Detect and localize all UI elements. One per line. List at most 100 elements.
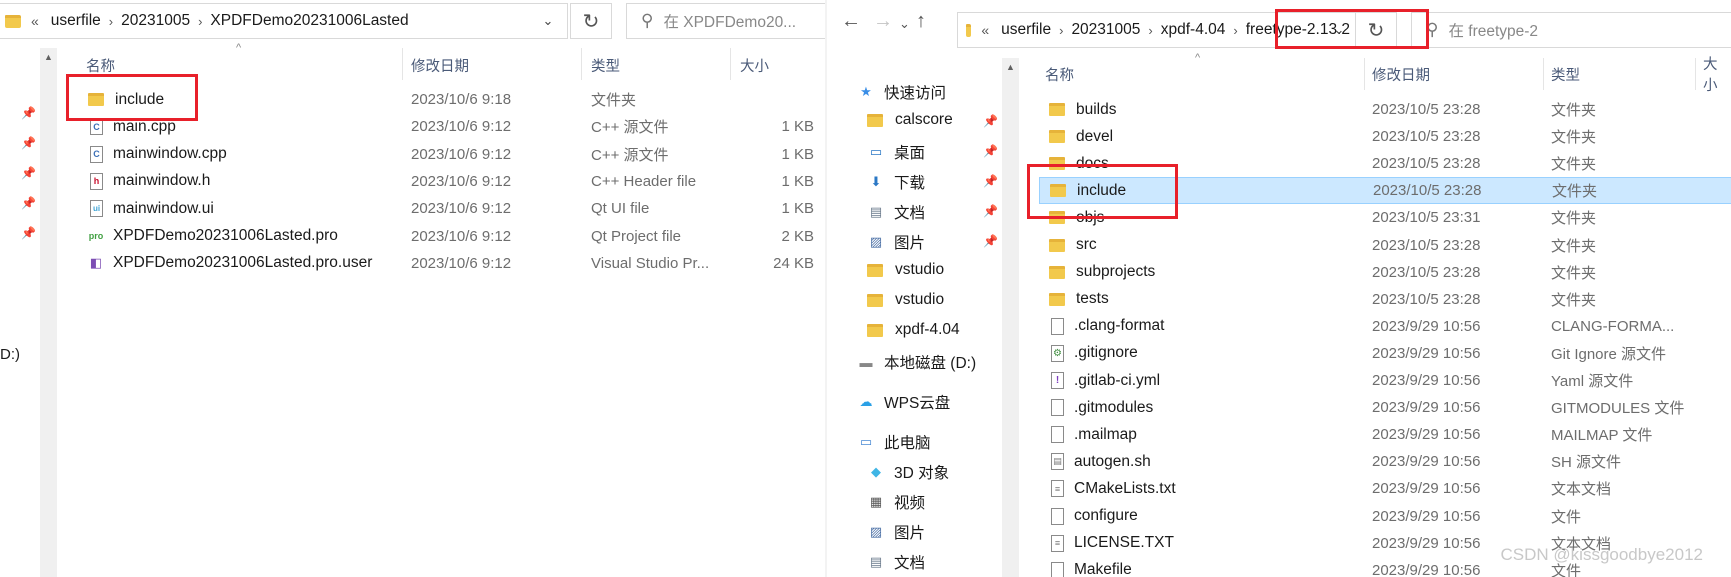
nav-item[interactable]: ▬ 本地磁盘 (D:) [857,351,977,373]
nav-item[interactable]: ☁ WPS云盘 [857,391,951,413]
file-name: .mailmap [1074,425,1137,443]
scroll-up-icon[interactable]: ▲ [1002,58,1019,75]
right-search-box[interactable]: ⚲ 在 freetype-2 [1411,12,1731,48]
pin-icon[interactable]: 📌 [21,166,36,180]
file-row[interactable]: .mailmap 2023/9/29 10:56 MAILMAP 文件 [1039,421,1731,448]
column-header-date[interactable]: 修改日期 [1372,59,1430,89]
header-file-icon: h [90,172,103,190]
file-name: XPDFDemo20231006Lasted.pro [113,227,338,244]
file-row[interactable]: builds 2023/10/5 23:28 文件夹 [1039,96,1731,123]
nav-item[interactable]: ▭ 此电脑 [857,431,931,453]
file-name: mainwindow.ui [113,199,214,217]
column-header-date[interactable]: 修改日期 [411,50,469,80]
up-button[interactable]: ↑ [916,10,926,33]
nav-item[interactable]: ▨ 图片 [867,521,925,543]
file-row[interactable]: tests 2023/10/5 23:28 文件夹 [1039,286,1731,313]
breadcrumb-separator-icon[interactable]: › [1146,23,1154,38]
nav-item[interactable]: ▤ 文档 [867,201,925,223]
pin-icon[interactable]: 📌 [21,136,36,150]
breadcrumb-item[interactable]: userfile [995,21,1057,39]
file-row[interactable]: ◧ XPDFDemo20231006Lasted.pro.user 2023/10/… [58,250,825,277]
nav-item[interactable]: ▨ 图片 [867,231,925,253]
column-divider[interactable] [1364,58,1365,90]
folder-icon [1049,238,1065,252]
column-divider[interactable] [1695,58,1696,90]
nav-item[interactable]: ◆ 3D 对象 [867,461,949,483]
pin-icon[interactable]: 📌 [21,106,36,120]
breadcrumb-overflow-icon[interactable]: « [977,22,995,38]
nav-item[interactable]: ★ 快速访问 [857,81,946,103]
folder-icon [867,293,883,307]
forward-button[interactable]: → [873,10,893,33]
column-header-name[interactable]: 名称 [1045,59,1074,89]
pin-icon[interactable]: 📌 [983,234,998,248]
nav-item[interactable]: xpdf-4.04 [867,321,960,339]
nav-item[interactable]: ▦ 视频 [867,491,925,513]
file-type: Git Ignore 源文件 [1551,345,1667,363]
breadcrumb-separator-icon[interactable]: › [1057,23,1065,38]
drive-label-fragment[interactable]: D:) [0,346,20,363]
file-date: 2023/10/6 9:12 [411,200,512,218]
scroll-up-icon[interactable]: ▲ [40,48,57,65]
column-header-size[interactable]: 大小 [1703,57,1731,94]
nav-item[interactable]: calscore [867,111,953,129]
left-search-box[interactable]: ⚲ 在 XPDFDemo20... [626,3,825,39]
nav-item-label: 桌面 [894,145,926,162]
file-type: 文件夹 [1551,129,1597,147]
file-row[interactable]: subprojects 2023/10/5 23:28 文件夹 [1039,259,1731,286]
right-nav-scrollbar[interactable]: ▲ [1002,58,1019,577]
nav-item[interactable]: vstudio [867,261,944,279]
pin-icon[interactable]: 📌 [983,114,998,128]
column-divider[interactable] [402,48,403,80]
nav-item[interactable]: ⬇ 下载 [867,171,925,193]
pin-icon[interactable]: 📌 [21,196,36,210]
nav-item[interactable]: ▤ 文档 [867,551,925,573]
column-divider[interactable] [581,48,582,80]
back-button[interactable]: ← [841,10,861,33]
file-row[interactable]: .clang-format 2023/9/29 10:56 CLANG-FORMA.… [1039,313,1731,340]
breadcrumb-item[interactable]: xpdf-4.04 [1155,21,1232,39]
left-address-bar[interactable]: « userfile › 20231005 › XPDFDemo20231006Last… [0,3,568,39]
file-row[interactable]: h mainwindow.h 2023/10/6 9:12 C++ Header fi… [58,168,825,195]
column-divider[interactable] [730,48,731,80]
breadcrumb-separator-icon[interactable]: › [107,14,115,29]
breadcrumb-overflow-icon[interactable]: « [27,13,45,29]
file-date: 2023/10/5 23:28 [1372,263,1481,281]
pin-icon[interactable]: 📌 [983,174,998,188]
column-header-type[interactable]: 类型 [1551,59,1580,89]
nav-item[interactable]: ▭ 桌面 [867,141,925,163]
file-row[interactable]: Cmainwindow.cpp 2023/10/6 9:12 C++ 源文件 1 KB [58,141,825,168]
file-row[interactable]: configure 2023/9/29 10:56 文件 [1039,503,1731,530]
pin-icon[interactable]: 📌 [983,204,998,218]
column-header-size[interactable]: 大小 [740,50,769,80]
breadcrumb-separator-icon[interactable]: › [1231,23,1239,38]
column-divider[interactable] [1543,58,1544,90]
address-dropdown-icon[interactable]: ⌄ [535,4,561,38]
breadcrumb-item[interactable]: XPDFDemo20231006Lasted [204,12,414,30]
file-row[interactable]: ⚙ .gitignore 2023/9/29 10:56 Git Ignore 源文件 [1039,340,1731,367]
file-row[interactable]: .gitmodules 2023/9/29 10:56 GITMODULES 文件 [1039,394,1731,421]
nav-item-label: 图片 [894,525,926,542]
recent-locations-button[interactable]: ⌄ [899,16,910,32]
left-nav-scrollbar[interactable]: ▲ [40,48,57,577]
file-name-cell: .gitmodules [1049,399,1153,417]
file-row[interactable]: pro XPDFDemo20231006Lasted.pro 2023/10/6 9… [58,223,825,250]
file-name-cell: .clang-format [1049,317,1164,335]
file-name: LICENSE.TXT [1074,534,1174,552]
pin-icon[interactable]: 📌 [21,226,36,240]
breadcrumb-item[interactable]: 20231005 [115,12,196,30]
refresh-button[interactable]: ↻ [570,3,612,39]
file-row[interactable]: src 2023/10/5 23:28 文件夹 [1039,232,1731,259]
file-row[interactable]: ≡ CMakeLists.txt 2023/9/29 10:56 文本文档 [1039,475,1731,502]
file-row[interactable]: devel 2023/10/5 23:28 文件夹 [1039,123,1731,150]
file-row[interactable]: ui mainwindow.ui 2023/10/6 9:12 Qt UI file 1… [58,195,825,222]
file-row[interactable]: ! .gitlab-ci.yml 2023/9/29 10:56 Yaml 源文件 [1039,367,1731,394]
breadcrumb-item[interactable]: userfile [45,12,107,30]
file-row[interactable]: ▤ autogen.sh 2023/9/29 10:56 SH 源文件 [1039,448,1731,475]
file-date: 2023/9/29 10:56 [1372,372,1481,389]
column-header-type[interactable]: 类型 [591,50,620,80]
breadcrumb-item[interactable]: 20231005 [1065,21,1146,39]
nav-item[interactable]: vstudio [867,291,944,309]
pin-icon[interactable]: 📌 [983,144,998,158]
breadcrumb-separator-icon[interactable]: › [196,14,204,29]
